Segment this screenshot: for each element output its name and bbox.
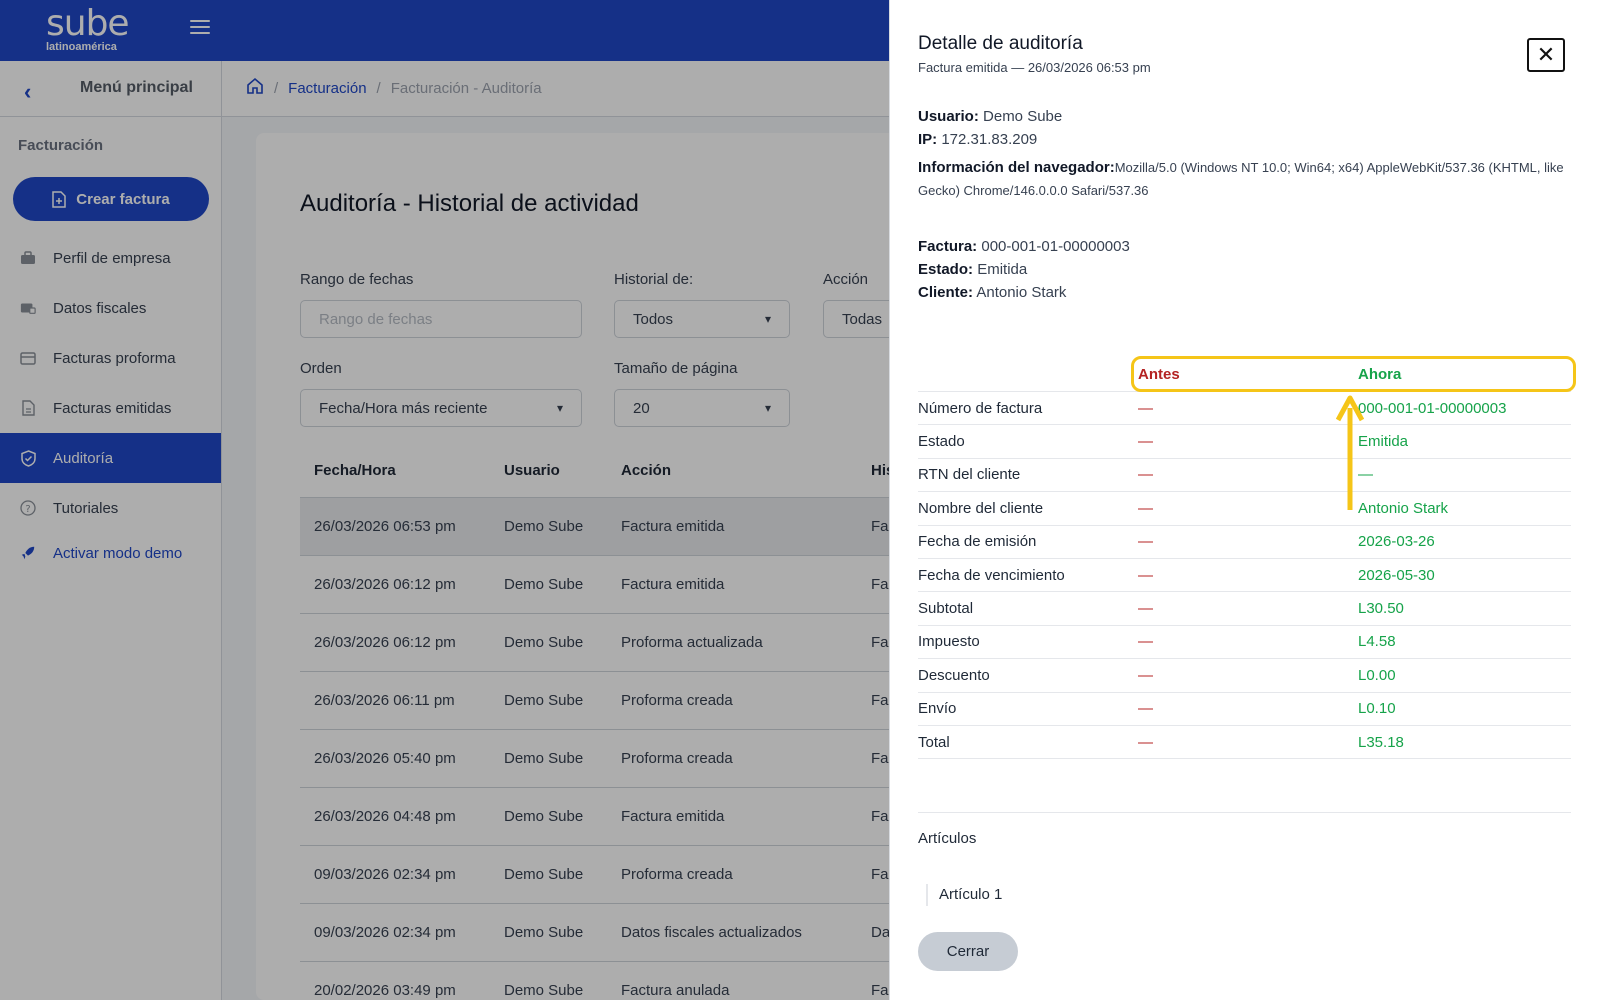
change-field: Envío — [918, 700, 957, 718]
client-value: Antonio Stark — [976, 284, 1067, 301]
change-row: Envío — L0.10 — [918, 693, 1571, 726]
change-after: Antonio Stark — [1358, 499, 1449, 517]
change-field: Descuento — [918, 666, 990, 684]
change-row: RTN del cliente — — — [918, 459, 1571, 493]
status-value: Emitida — [977, 261, 1028, 278]
close-icon[interactable]: ✕ — [1527, 38, 1565, 72]
change-after: 000-001-01-00000003 — [1358, 399, 1507, 417]
browser-line: Información del navegador:Mozilla/5.0 (W… — [918, 156, 1564, 202]
article-item[interactable]: Artículo 1 — [926, 884, 1002, 906]
change-row: Total — L35.18 — [918, 726, 1571, 760]
change-field: Impuesto — [918, 633, 980, 651]
change-field: Total — [918, 733, 950, 751]
change-after: L4.58 — [1358, 633, 1396, 651]
change-before: — — [1138, 633, 1153, 651]
changes-header: Antes Ahora — [918, 357, 1571, 392]
change-after: L35.18 — [1358, 733, 1404, 751]
user-value: Demo Sube — [983, 108, 1063, 125]
user-label: Usuario: — [918, 108, 979, 125]
ip-value: 172.31.83.209 — [941, 131, 1038, 148]
divider — [918, 812, 1571, 813]
user-line: Usuario: Demo Sube — [918, 108, 1062, 125]
change-field: Estado — [918, 433, 965, 451]
invoice-line: Factura: 000-001-01-00000003 — [918, 238, 1130, 255]
change-field: Nombre del cliente — [918, 499, 1044, 517]
change-row: Nombre del cliente — Antonio Stark — [918, 492, 1571, 526]
client-label: Cliente: — [918, 284, 974, 301]
drawer-subtitle: Factura emitida — 26/03/2026 06:53 pm — [918, 60, 1151, 75]
change-row: Impuesto — L4.58 — [918, 626, 1571, 660]
col-before: Antes — [1138, 365, 1180, 383]
change-after: 2026-03-26 — [1358, 533, 1435, 551]
change-after: Emitida — [1358, 433, 1409, 451]
change-row: Fecha de emisión — 2026-03-26 — [918, 526, 1571, 559]
client-line: Cliente: Antonio Stark — [918, 284, 1066, 301]
change-after: L0.10 — [1358, 700, 1396, 718]
col-after: Ahora — [1358, 365, 1402, 383]
change-before: — — [1138, 533, 1153, 551]
change-row: Número de factura — 000-001-01-00000003 — [918, 392, 1571, 426]
change-before: — — [1138, 666, 1153, 684]
change-before: — — [1138, 466, 1153, 484]
browser-label: Información del navegador: — [918, 159, 1115, 176]
change-after: L30.50 — [1358, 600, 1404, 618]
change-after: 2026-05-30 — [1358, 566, 1435, 584]
change-row: Fecha de vencimiento — 2026-05-30 — [918, 559, 1571, 593]
invoice-value: 000-001-01-00000003 — [981, 238, 1130, 255]
change-row: Subtotal — L30.50 — [918, 592, 1571, 626]
change-before: — — [1138, 499, 1153, 517]
change-row: Descuento — L0.00 — [918, 659, 1571, 693]
ip-line: IP: 172.31.83.209 — [918, 131, 1037, 148]
changes-table: Antes Ahora Número de factura — 000-001-01… — [918, 357, 1571, 760]
invoice-label: Factura: — [918, 238, 978, 255]
change-row: Estado — Emitida — [918, 425, 1571, 459]
ip-label: IP: — [918, 131, 938, 148]
close-button[interactable]: Cerrar — [918, 932, 1018, 971]
changes-body: Número de factura — 000-001-01-00000003 Est… — [918, 392, 1571, 760]
status-line: Estado: Emitida — [918, 261, 1027, 278]
change-after: — — [1358, 466, 1373, 484]
change-field: Número de factura — [918, 399, 1043, 417]
change-after: L0.00 — [1358, 666, 1396, 684]
change-field: Subtotal — [918, 600, 974, 618]
change-field: RTN del cliente — [918, 466, 1021, 484]
change-before: — — [1138, 733, 1153, 751]
audit-detail-drawer: Detalle de auditoría Factura emitida — 2… — [889, 0, 1600, 1000]
change-before: — — [1138, 566, 1153, 584]
change-before: — — [1138, 433, 1153, 451]
change-before: — — [1138, 600, 1153, 618]
change-field: Fecha de vencimiento — [918, 566, 1065, 584]
drawer-title: Detalle de auditoría — [918, 33, 1083, 54]
status-label: Estado: — [918, 261, 974, 278]
change-before: — — [1138, 399, 1153, 417]
change-field: Fecha de emisión — [918, 533, 1037, 551]
articles-label: Artículos — [918, 830, 977, 847]
change-before: — — [1138, 700, 1153, 718]
